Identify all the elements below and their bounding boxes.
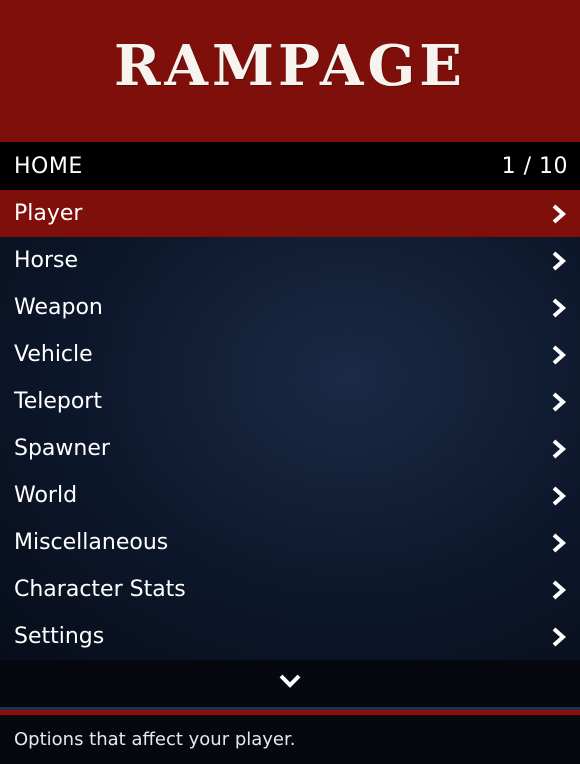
menu-item-player[interactable]: Player xyxy=(0,190,580,237)
footer-divider xyxy=(0,707,580,715)
item-description: Options that affect your player. xyxy=(14,729,296,750)
scroll-down-button[interactable] xyxy=(0,660,580,707)
chevron-right-icon xyxy=(548,438,570,460)
menu-item-vehicle[interactable]: Vehicle xyxy=(0,331,580,378)
section-title: HOME xyxy=(14,153,83,179)
menu-item-label: World xyxy=(14,483,78,508)
menu-item-label: Miscellaneous xyxy=(14,530,169,555)
menu-item-teleport[interactable]: Teleport xyxy=(0,378,580,425)
menu-item-label: Vehicle xyxy=(14,342,93,367)
menu-item-miscellaneous[interactable]: Miscellaneous xyxy=(0,519,580,566)
menu-title: RAMPAGE xyxy=(114,33,466,99)
menu-item-label: Horse xyxy=(14,248,79,273)
breadcrumb-bar: HOME 1 / 10 xyxy=(0,142,580,190)
chevron-right-icon xyxy=(548,297,570,319)
chevron-right-icon xyxy=(548,250,570,272)
chevron-right-icon xyxy=(548,203,570,225)
page-indicator: 1 / 10 xyxy=(501,153,568,179)
menu-item-horse[interactable]: Horse xyxy=(0,237,580,284)
chevron-right-icon xyxy=(548,344,570,366)
chevron-right-icon xyxy=(548,579,570,601)
menu-header: RAMPAGE xyxy=(0,0,580,142)
chevron-right-icon xyxy=(548,485,570,507)
menu-item-label: Player xyxy=(14,201,83,226)
menu-item-label: Teleport xyxy=(14,389,102,414)
menu-item-label: Spawner xyxy=(14,436,110,461)
menu-item-spawner[interactable]: Spawner xyxy=(0,425,580,472)
mod-menu: RAMPAGE HOME 1 / 10 Player Horse Weapon … xyxy=(0,0,580,764)
chevron-right-icon xyxy=(548,391,570,413)
chevron-right-icon xyxy=(548,626,570,648)
menu-item-weapon[interactable]: Weapon xyxy=(0,284,580,331)
chevron-right-icon xyxy=(548,532,570,554)
description-bar: Options that affect your player. xyxy=(0,715,580,764)
chevron-down-icon xyxy=(278,672,302,695)
menu-item-label: Weapon xyxy=(14,295,103,320)
menu-item-label: Character Stats xyxy=(14,577,186,602)
menu-list: Player Horse Weapon Vehicle Teleport Spa… xyxy=(0,190,580,660)
menu-item-world[interactable]: World xyxy=(0,472,580,519)
menu-item-settings[interactable]: Settings xyxy=(0,613,580,660)
menu-item-character-stats[interactable]: Character Stats xyxy=(0,566,580,613)
menu-item-label: Settings xyxy=(14,624,105,649)
